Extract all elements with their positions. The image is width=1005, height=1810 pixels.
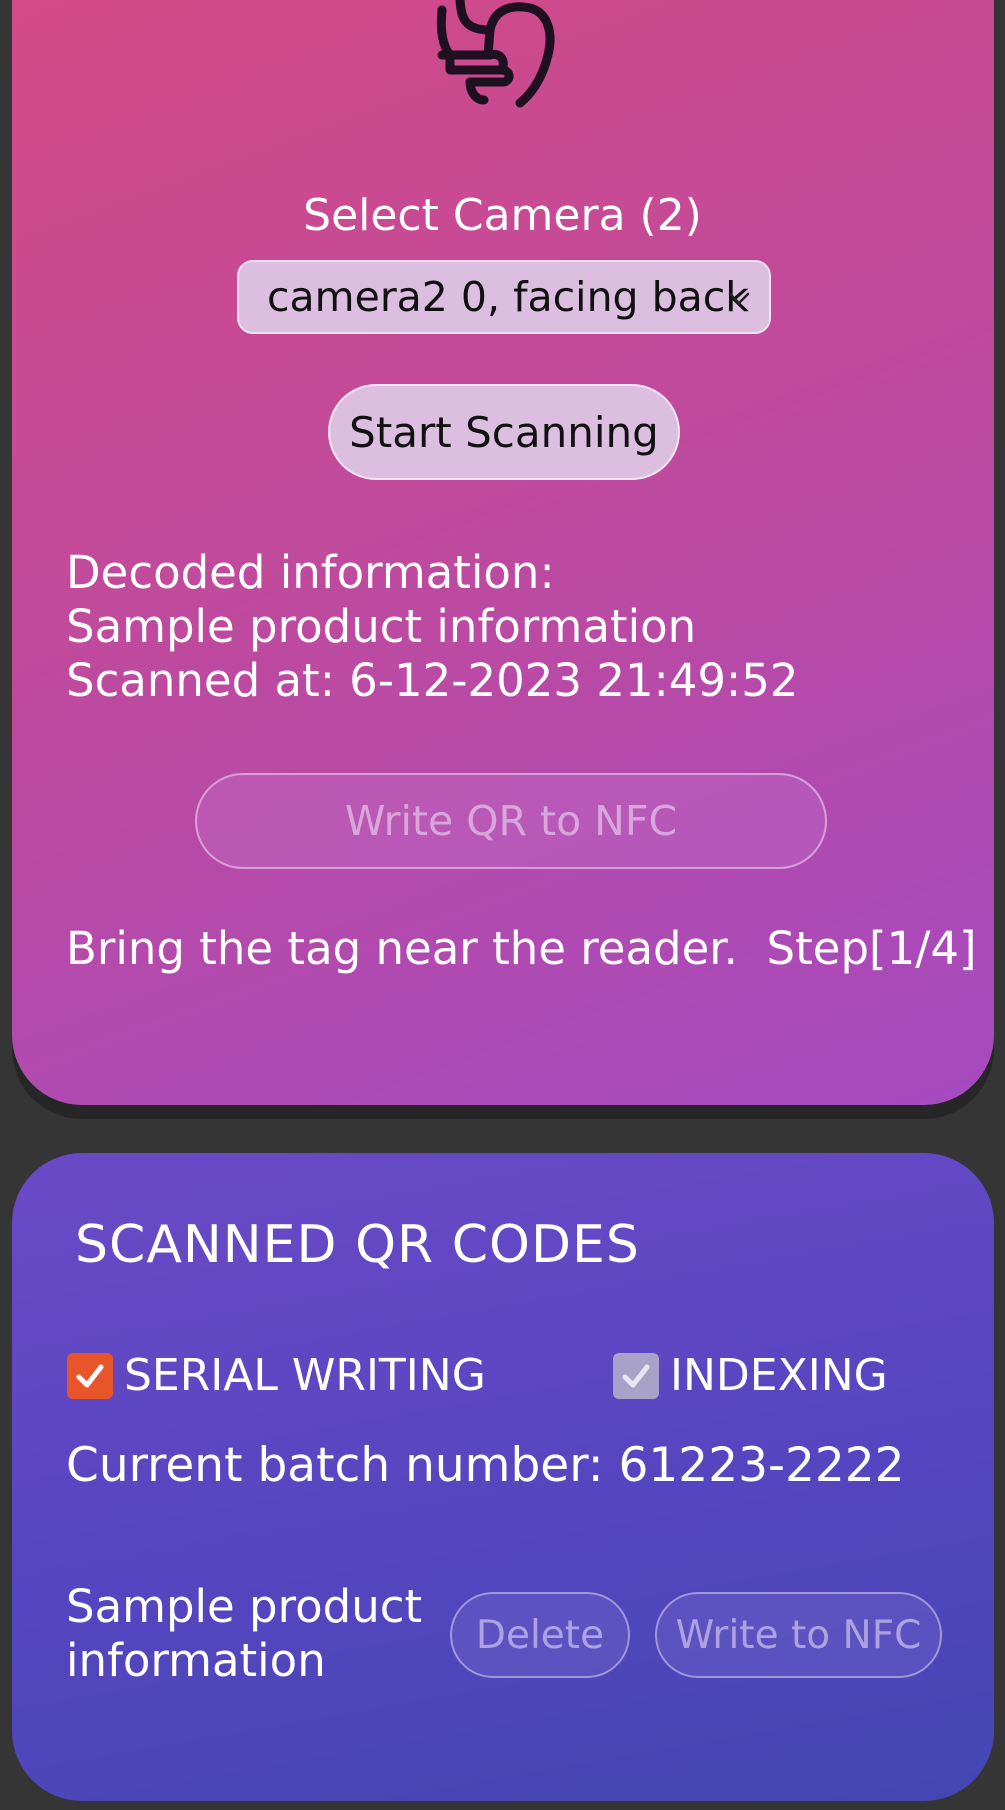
delete-button[interactable]: Delete	[450, 1592, 630, 1678]
decoded-title: Decoded information:	[66, 546, 555, 599]
camera-select-label: Select Camera (2)	[303, 190, 702, 241]
check-icon	[622, 1364, 650, 1388]
check-icon	[76, 1364, 104, 1388]
start-scanning-button[interactable]: Start Scanning	[328, 384, 680, 480]
chevron-down-icon	[728, 292, 750, 305]
camera-select[interactable]: camera2 0, facing back	[237, 260, 771, 334]
batch-number: Current batch number: 61223-2222	[66, 1438, 905, 1493]
scanned-item-text: Sample product information	[66, 1580, 423, 1687]
write-to-nfc-button[interactable]: Write to NFC	[655, 1592, 942, 1678]
camera-select-value: camera2 0, facing back	[267, 273, 750, 321]
write-qr-to-nfc-button[interactable]: Write QR to NFC	[195, 773, 827, 869]
serial-writing-checkbox[interactable]	[67, 1353, 113, 1399]
decoded-information: Decoded information: Sample product info…	[66, 546, 798, 708]
decoded-value: Sample product information	[66, 600, 697, 653]
section-title: SCANNED QR CODES	[75, 1215, 640, 1275]
indexing-checkbox[interactable]	[613, 1353, 659, 1399]
nfc-status-text: Bring the tag near the reader. Step[1/4]	[66, 922, 977, 975]
indexing-label: INDEXING	[670, 1350, 888, 1401]
scanned-at: Scanned at: 6-12-2023 21:49:52	[66, 654, 799, 707]
serial-writing-label: SERIAL WRITING	[124, 1350, 486, 1401]
hand-icon	[436, 0, 555, 108]
